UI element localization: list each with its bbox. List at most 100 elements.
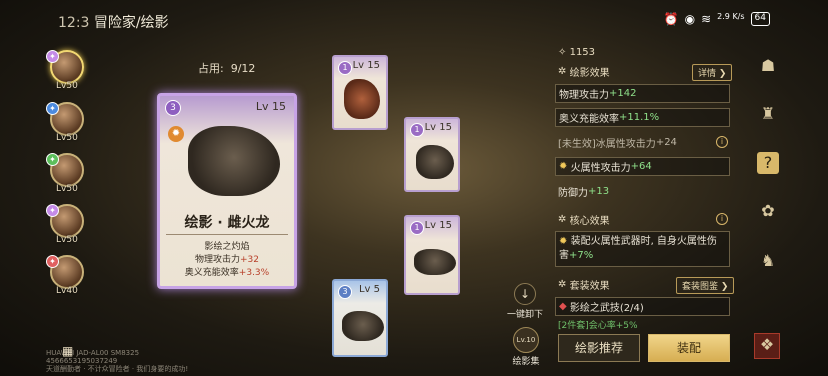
stat-label: 物理攻击力 <box>559 90 609 101</box>
capacity-indicator: 占用: 9/12 <box>198 60 255 76</box>
equip-button[interactable]: 装配 <box>648 334 730 362</box>
element-icon: ✦ <box>46 204 59 217</box>
unload-all-button[interactable]: ↓ 一键卸下 <box>507 283 543 320</box>
set-title: 套装效果 <box>569 281 610 292</box>
stat-label: 防御力 <box>558 188 588 199</box>
effects-title: 绘影效果 <box>569 68 610 79</box>
hero-level: Lv50 <box>56 235 78 245</box>
element-icon: ✦ <box>46 255 59 268</box>
details-button[interactable]: 详情 ❯ <box>692 64 733 81</box>
hero-avatar-5[interactable]: ✦ Lv40 <box>46 255 84 296</box>
rank-badge: 3 <box>165 100 181 116</box>
capacity-label: 占用: <box>198 62 224 75</box>
element-icon: ✦ <box>46 102 59 115</box>
device-line: HUAWEI JAD-AL00 SM8325 <box>46 349 140 357</box>
card-level: Lv 5 <box>358 284 380 295</box>
stat-row: 物理攻击力 +142 <box>555 84 730 103</box>
selected-card[interactable]: 3 Lv 15 ✹ 绘影 · 雌火龙 影绘之灼焰 物理攻击力+32 奥义充能效率… <box>157 93 297 289</box>
set-catalog-button[interactable]: 套装图鉴 ❯ <box>676 277 735 294</box>
hero-avatar-3[interactable]: ✦ Lv50 <box>46 153 84 194</box>
card-level: Lv 15 <box>424 220 452 231</box>
monster-illustration <box>342 311 384 341</box>
element-icon: ✦ <box>46 50 59 63</box>
device-line: 4566653195037249 <box>46 357 118 365</box>
slot-card-3[interactable]: 1 Lv 15 <box>404 215 460 295</box>
core-header: ✲ 核心效果 <box>555 210 730 229</box>
set-catalog-label: 套装图鉴 <box>682 282 719 292</box>
collection-level: Lv.10 <box>516 336 536 344</box>
device-watermark: HUAWEI JAD-AL00 SM8325 4566653195037249 … <box>46 349 188 373</box>
nav-monster-icon[interactable]: ☗ <box>757 55 779 77</box>
monster-illustration <box>416 145 454 179</box>
collection-button[interactable]: Lv.10 绘影集 <box>508 327 544 367</box>
capacity-value: 9/12 <box>230 62 256 75</box>
hero-level: Lv50 <box>56 184 78 194</box>
recommend-button[interactable]: 绘影推荐 <box>558 334 640 362</box>
fire-icon: ✹ <box>559 236 568 247</box>
stat-value: +13 <box>588 186 610 197</box>
slot-card-4[interactable]: 3 Lv 5 <box>332 279 388 357</box>
stat2-label: 奥义充能效率 <box>184 268 239 278</box>
core-icon: ✲ <box>558 214 567 225</box>
stat-label: 火属性攻击力 <box>570 163 631 174</box>
fire-icon: ✹ <box>559 161 568 172</box>
nav-card-icon[interactable]: ? <box>757 152 779 174</box>
details-label: 详情 <box>698 69 717 79</box>
currency-icon: ✧ <box>558 47 567 58</box>
stat2-value: +3.3% <box>238 268 270 278</box>
fire-element-icon: ✹ <box>168 126 184 142</box>
stat-value: +142 <box>609 88 637 99</box>
settings-icon: ✲ <box>558 66 567 77</box>
set-emblem-icon: ◆ <box>559 301 567 312</box>
status-icons: ⏰ ◉ ≋ 2.9 K/s 64 <box>664 12 770 26</box>
core-value: +7% <box>569 250 594 261</box>
element-icon: ✦ <box>46 153 59 166</box>
info-icon[interactable]: i <box>716 136 728 148</box>
stat-value: +24 <box>655 137 677 148</box>
card-name: 绘影 · 雌火龙 <box>184 215 270 231</box>
rank-badge: 3 <box>338 285 352 299</box>
net-speed: 2.9 K/s <box>717 12 745 21</box>
unload-label: 一键卸下 <box>507 310 544 320</box>
info-icon[interactable]: i <box>716 213 728 225</box>
stat-row: [未生效]冰属性攻击力 +24 <box>555 133 730 152</box>
stat1-value: +32 <box>240 255 259 265</box>
back-button[interactable]: 12:3 冒险家/绘影 <box>58 12 169 32</box>
set-name-row: ◆ 影绘之武技(2/4) <box>555 297 730 316</box>
hero-avatar-2[interactable]: ✦ Lv50 <box>46 102 84 143</box>
set-hint: [2件套]会心率+5% <box>558 321 638 331</box>
core-text-2: 害 <box>559 250 569 261</box>
stat-row: 奥义充能效率 +11.1% <box>555 108 730 127</box>
battery-icon: 64 <box>750 12 770 26</box>
stat-value: +64 <box>630 161 652 172</box>
battery-level: 64 <box>754 13 766 23</box>
nav-pet-icon[interactable]: ♞ <box>757 250 779 272</box>
card-stats: 影绘之灼焰 物理攻击力+32 奥义充能效率+3.3% <box>166 234 288 284</box>
stat-label: [未生效]冰属性攻击力 <box>558 139 656 150</box>
status-bar: 12:3 冒险家/绘影 ⏰ ◉ ≋ 2.9 K/s 64 <box>0 0 828 40</box>
card-level: Lv 15 <box>255 100 286 113</box>
rathian-illustration <box>188 126 280 196</box>
set-name: 影绘之武技(2/4) <box>569 303 644 314</box>
nav-armor-icon[interactable]: ♜ <box>757 103 779 125</box>
stat-row: ✹ 火属性攻击力 +64 <box>555 157 730 176</box>
hero-level: Lv40 <box>56 286 78 296</box>
monster-illustration <box>414 249 456 275</box>
core-effect-box: ✹ 装配火属性武器时, 自身火属性伤 害+7% <box>555 231 730 267</box>
rank-badge: 1 <box>338 61 352 75</box>
eye-icon: ◉ <box>684 12 696 26</box>
wifi-icon: ≋ <box>701 12 712 26</box>
alarm-icon: ⏰ <box>663 12 679 26</box>
hero-avatar-1[interactable]: ✦ Lv50 <box>46 50 84 91</box>
book-icon[interactable]: ❖ <box>754 333 780 359</box>
recommend-label: 绘影推荐 <box>574 341 623 355</box>
rank-badge: 1 <box>410 221 424 235</box>
slot-card-1[interactable]: 1 Lv 15 <box>332 55 388 130</box>
stat-value: +11.1% <box>619 112 660 123</box>
nav-palico-icon[interactable]: ✿ <box>757 200 779 222</box>
hero-avatar-4[interactable]: ✦ Lv50 <box>46 204 84 245</box>
set-icon: ✲ <box>558 279 567 290</box>
equip-label: 装配 <box>676 341 701 355</box>
download-arrow-icon: ↓ <box>514 283 536 305</box>
slot-card-2[interactable]: 1 Lv 15 <box>404 117 460 192</box>
